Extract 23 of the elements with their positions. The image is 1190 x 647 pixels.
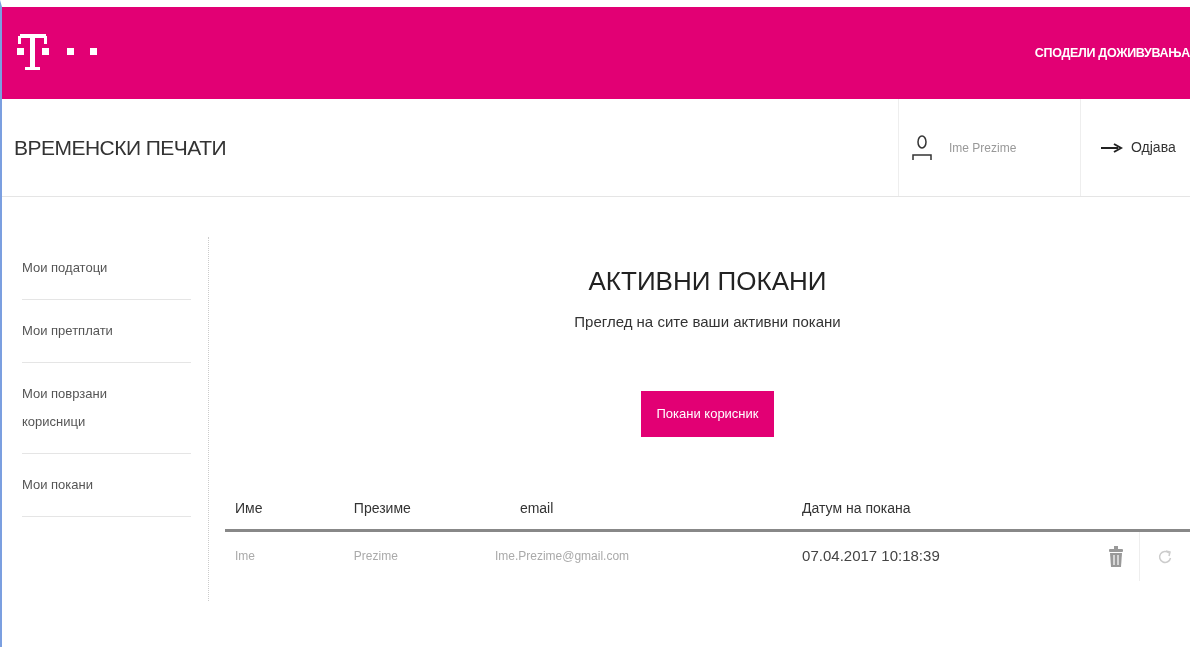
invite-button[interactable]: Покани корисник: [641, 390, 774, 437]
arrow-right-icon: [1101, 142, 1123, 153]
sidebar-item[interactable]: Мои претплати: [22, 317, 191, 345]
logout-link[interactable]: Одјава: [1101, 137, 1176, 158]
delete-icon[interactable]: [1109, 546, 1124, 568]
refresh-icon[interactable]: [1158, 549, 1173, 565]
nav-link[interactable]: СПОДЕЛИ ДОЖИВУВАЊА: [1034, 43, 1190, 63]
table-cell: Prezime: [353, 549, 398, 564]
column-header: Име: [225, 488, 344, 531]
column-header: Презиме: [343, 488, 485, 531]
sidebar-item[interactable]: Мои податоци: [22, 254, 191, 282]
table-cell: Ime.Prezime@gmail.com: [494, 549, 630, 564]
table-cell: 07.04.2017 10:18:39: [802, 547, 940, 564]
section-subtitle: Преглед на сите ваши активни покани: [573, 312, 842, 332]
sidebar-item[interactable]: Мои покани: [22, 471, 191, 499]
user-icon: [911, 134, 933, 161]
section-title: АКТИВНИ ПОКАНИ: [587, 265, 828, 298]
page-title: ВРЕМЕНСКИ ПЕЧАТИ: [13, 134, 227, 161]
column-header: Датум на покана: [792, 488, 1085, 531]
sidebar-item[interactable]: Мои поврзани корисници: [22, 380, 191, 436]
column-header: email: [484, 488, 793, 531]
user-name: Ime Prezime: [949, 139, 1017, 157]
table-cell: Ime: [235, 549, 255, 564]
